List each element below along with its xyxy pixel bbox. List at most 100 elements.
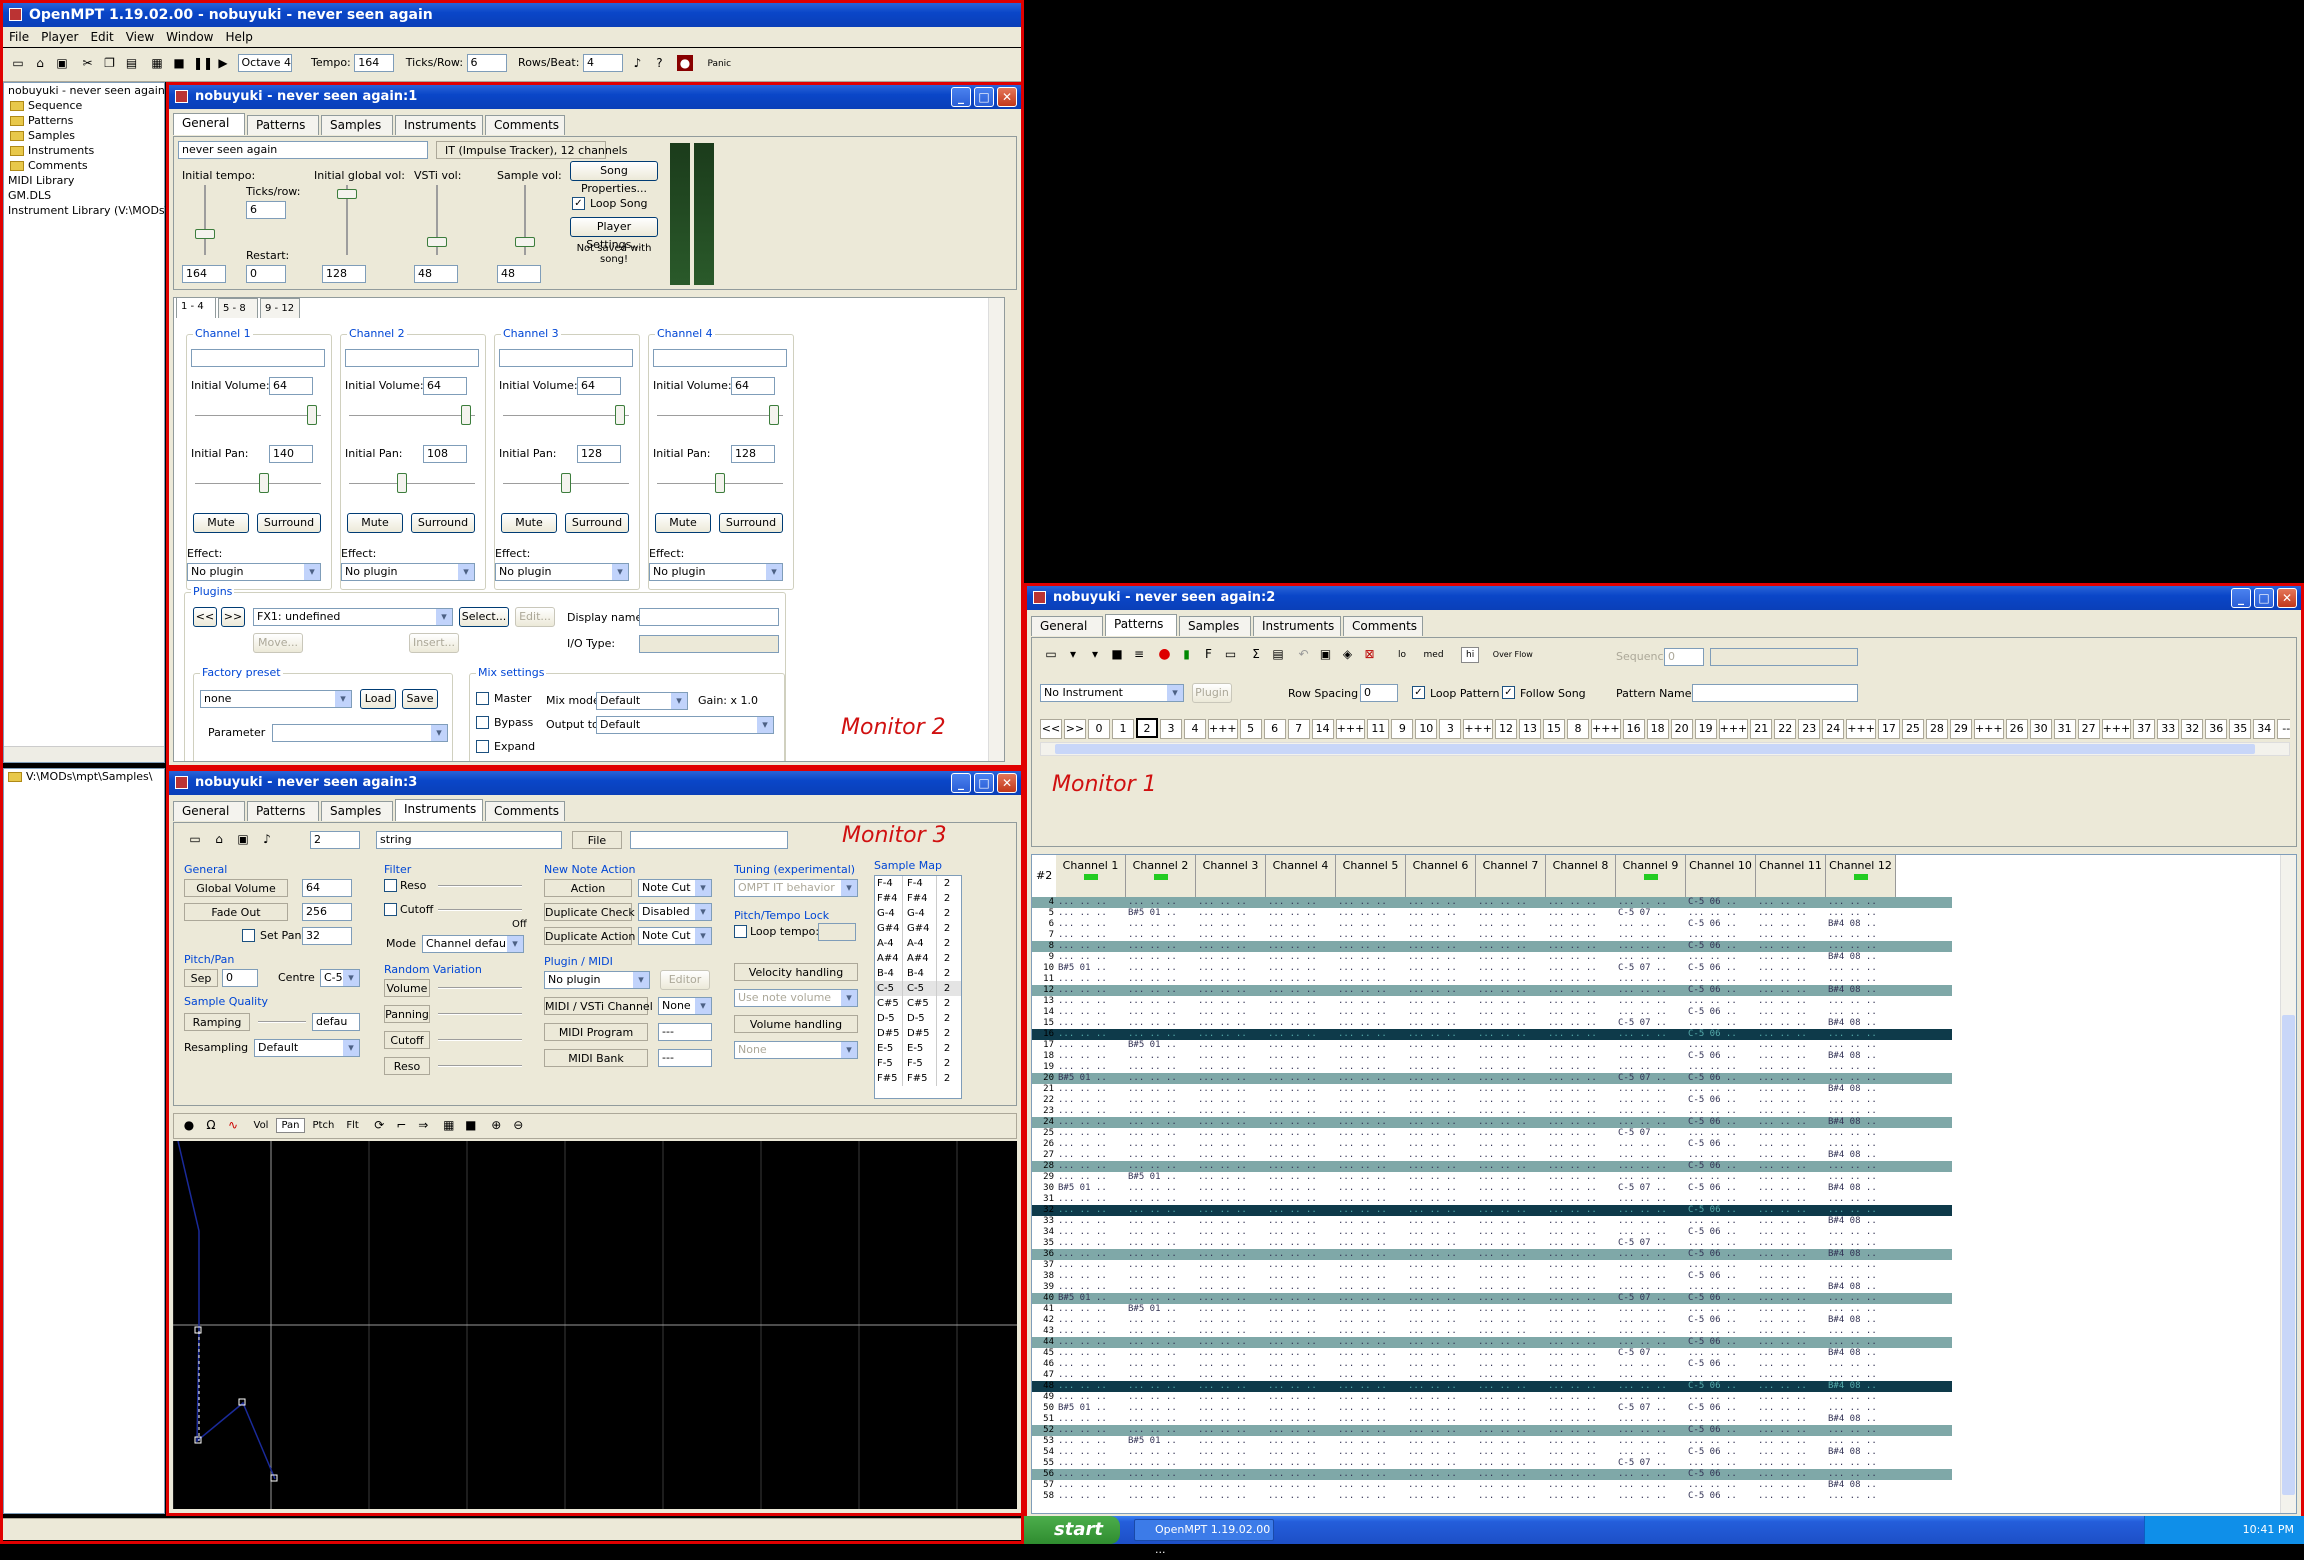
- mark-icon[interactable]: ▣: [1318, 646, 1334, 662]
- pattern-cell[interactable]: B#4 08 ..: [1828, 1381, 1894, 1392]
- pattern-cell[interactable]: C-5 06 ..: [1688, 1051, 1754, 1062]
- pattern-cell[interactable]: ... .. ..: [1198, 1260, 1264, 1271]
- pattern-cell[interactable]: ... .. ..: [1688, 1326, 1754, 1337]
- pattern-cell[interactable]: ... .. ..: [1408, 1139, 1474, 1150]
- pattern-cell[interactable]: ... .. ..: [1548, 1315, 1614, 1326]
- pattern-cell[interactable]: ... .. ..: [1758, 1051, 1824, 1062]
- pattern-cell[interactable]: ... .. ..: [1058, 1326, 1124, 1337]
- pattern-cell[interactable]: ... .. ..: [1198, 1150, 1264, 1161]
- order-item[interactable]: 18: [1646, 719, 1669, 739]
- pattern-cell[interactable]: C-5 07 ..: [1618, 1238, 1684, 1249]
- pattern-cell[interactable]: ... .. ..: [1688, 1304, 1754, 1315]
- sample-map-row[interactable]: G#4 G#4 2: [875, 921, 961, 936]
- pattern-cell[interactable]: ... .. ..: [1408, 1348, 1474, 1359]
- pattern-cell[interactable]: ... .. ..: [1058, 1216, 1124, 1227]
- pattern-cell[interactable]: ... .. ..: [1338, 1117, 1404, 1128]
- pattern-cell[interactable]: ... .. ..: [1408, 1293, 1474, 1304]
- undo-icon[interactable]: ↶: [1296, 646, 1312, 662]
- pattern-cell[interactable]: C-5 06 ..: [1688, 1337, 1754, 1348]
- pattern-row[interactable]: 44 ... .. .. ... .. .. ... .. .. ... .. ....…: [1032, 1337, 1952, 1348]
- pattern-cell[interactable]: ... .. ..: [1618, 1337, 1684, 1348]
- pattern-cell[interactable]: ... .. ..: [1408, 1304, 1474, 1315]
- instrument-select[interactable]: No Instrument: [1040, 684, 1184, 702]
- pattern-cell[interactable]: ... .. ..: [1478, 1161, 1544, 1172]
- pattern-cell[interactable]: ... .. ..: [1338, 1128, 1404, 1139]
- tab-instruments[interactable]: Instruments: [395, 115, 483, 135]
- midi-program-spin[interactable]: ---: [658, 1023, 712, 1041]
- order-item[interactable]: 11: [1367, 719, 1390, 739]
- pattern-cell[interactable]: ... .. ..: [1478, 1216, 1544, 1227]
- pattern-cell[interactable]: ... .. ..: [1408, 1282, 1474, 1293]
- pattern-cell[interactable]: ... .. ..: [1548, 1040, 1614, 1051]
- pattern-cell[interactable]: ... .. ..: [1618, 1161, 1684, 1172]
- pattern-cell[interactable]: C-5 07 ..: [1618, 1128, 1684, 1139]
- initial-volume-spin[interactable]: 64: [731, 377, 775, 395]
- pan-slider-thumb[interactable]: [397, 473, 407, 493]
- order-item[interactable]: 34: [2253, 719, 2276, 739]
- pattern-cell[interactable]: ... .. ..: [1548, 963, 1614, 974]
- order-item[interactable]: 37: [2133, 719, 2156, 739]
- cut-icon[interactable]: ✂: [80, 55, 96, 71]
- pattern-row[interactable]: 39 ... .. .. ... .. .. ... .. .. ... .. ....…: [1032, 1282, 1952, 1293]
- pattern-cell[interactable]: ... .. ..: [1548, 1238, 1614, 1249]
- pattern-cell[interactable]: ... .. ..: [1548, 1293, 1614, 1304]
- pattern-cell[interactable]: B#5 01 ..: [1058, 963, 1124, 974]
- pattern-cell[interactable]: ... .. ..: [1338, 1106, 1404, 1117]
- zoom-out-icon[interactable]: ⊖: [510, 1117, 526, 1133]
- pattern-cell[interactable]: ... .. ..: [1408, 1062, 1474, 1073]
- envelope-tab-vol[interactable]: Vol: [250, 1119, 273, 1132]
- pattern-cell[interactable]: ... .. ..: [1268, 897, 1334, 908]
- pattern-cell[interactable]: ... .. ..: [1268, 941, 1334, 952]
- pattern-cell[interactable]: B#5 01 ..: [1128, 1040, 1194, 1051]
- menu-window[interactable]: Window: [160, 30, 219, 44]
- pattern-cell[interactable]: ... .. ..: [1128, 1194, 1194, 1205]
- pattern-cell[interactable]: ... .. ..: [1128, 1348, 1194, 1359]
- pattern-cell[interactable]: ... .. ..: [1338, 1172, 1404, 1183]
- editor-button[interactable]: Editor: [660, 970, 710, 990]
- volume-slider-thumb[interactable]: [769, 405, 779, 425]
- pattern-row[interactable]: 15 ... .. .. ... .. .. ... .. .. ... .. ....…: [1032, 1018, 1952, 1029]
- sample-map-list[interactable]: F-4 F-4 2 F#4 F#4 2 G-4 G-4 2 G#4 G#4 2 A-4 A-4 2 A#4 A#…: [874, 875, 962, 1099]
- pattern-cell[interactable]: ... .. ..: [1408, 908, 1474, 919]
- menu-view[interactable]: View: [120, 30, 160, 44]
- pattern-cell[interactable]: ... .. ..: [1198, 1095, 1264, 1106]
- pattern-cell[interactable]: ... .. ..: [1128, 1392, 1194, 1403]
- pattern-cell[interactable]: B#4 08 ..: [1828, 985, 1894, 996]
- taskbar-openmpt-button[interactable]: OpenMPT 1.19.02.00 ...: [1134, 1519, 1274, 1556]
- tree-item-samples[interactable]: Samples: [4, 128, 164, 143]
- tree-item[interactable]: Instrument Library (V:\MODs\mp: [4, 203, 186, 218]
- pattern-cell[interactable]: ... .. ..: [1478, 1183, 1544, 1194]
- order-item[interactable]: 31: [2053, 719, 2076, 739]
- pattern-cell[interactable]: ... .. ..: [1268, 1282, 1334, 1293]
- pattern-cell[interactable]: ... .. ..: [1268, 1238, 1334, 1249]
- pattern-cell[interactable]: ... .. ..: [1688, 930, 1754, 941]
- pattern-cell[interactable]: ... .. ..: [1128, 1161, 1194, 1172]
- midi-bank-spin[interactable]: ---: [658, 1049, 712, 1067]
- pattern-cell[interactable]: ... .. ..: [1198, 974, 1264, 985]
- pattern-cell[interactable]: ... .. ..: [1758, 1436, 1824, 1447]
- pattern-cell[interactable]: ... .. ..: [1478, 1062, 1544, 1073]
- pattern-cell[interactable]: ... .. ..: [1268, 1205, 1334, 1216]
- sample-map-row[interactable]: C-5 C-5 2: [875, 981, 961, 996]
- pattern-cell[interactable]: ... .. ..: [1338, 985, 1404, 996]
- record-icon[interactable]: ●: [676, 55, 693, 71]
- pattern-cell[interactable]: C-5 06 ..: [1688, 1117, 1754, 1128]
- pattern-cell[interactable]: ... .. ..: [1478, 908, 1544, 919]
- pattern-cell[interactable]: ... .. ..: [1338, 1194, 1404, 1205]
- pattern-cell[interactable]: ... .. ..: [1758, 1348, 1824, 1359]
- pattern-cell[interactable]: ... .. ..: [1198, 1326, 1264, 1337]
- pattern-cell[interactable]: ... .. ..: [1828, 1392, 1894, 1403]
- pattern-cell[interactable]: ... .. ..: [1828, 974, 1894, 985]
- pattern-cell[interactable]: ... .. ..: [1758, 1392, 1824, 1403]
- pattern-cell[interactable]: C-5 07 ..: [1618, 1073, 1684, 1084]
- pattern-cell[interactable]: ... .. ..: [1548, 1007, 1614, 1018]
- pattern-cell[interactable]: ... .. ..: [1198, 908, 1264, 919]
- pattern-cell[interactable]: B#4 08 ..: [1828, 1480, 1894, 1491]
- pattern-cell[interactable]: ... .. ..: [1828, 1205, 1894, 1216]
- pattern-cell[interactable]: ... .. ..: [1058, 1381, 1124, 1392]
- pattern-cell[interactable]: ... .. ..: [1268, 1370, 1334, 1381]
- waveform-icon[interactable]: ∿: [225, 1117, 241, 1133]
- pattern-cell[interactable]: ... .. ..: [1058, 897, 1124, 908]
- pattern-cell[interactable]: ... .. ..: [1478, 963, 1544, 974]
- tab-general[interactable]: General: [173, 801, 245, 821]
